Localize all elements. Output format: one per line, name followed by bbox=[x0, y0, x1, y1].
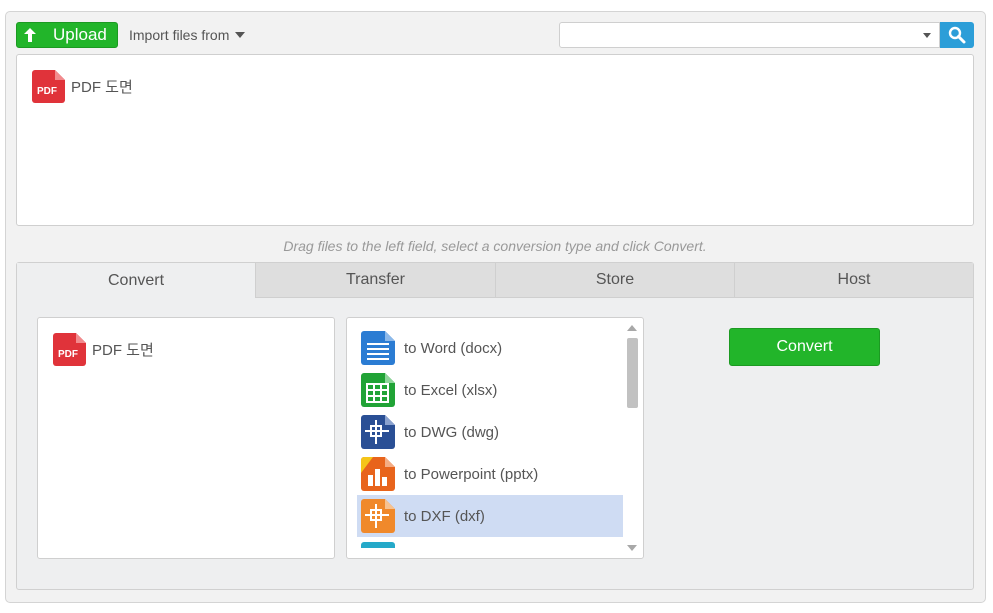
conversion-type-list[interactable]: to Word (docx) to Excel (xlsx) to DWG (d… bbox=[346, 317, 644, 559]
conversion-option-xlsx[interactable]: to Excel (xlsx) bbox=[357, 369, 623, 411]
tab-bar: Convert Transfer Store Host bbox=[17, 263, 973, 298]
search-input[interactable] bbox=[559, 22, 940, 48]
dxf-cad-icon bbox=[361, 499, 395, 533]
svg-text:PDF: PDF bbox=[58, 349, 78, 360]
scroll-up-arrow[interactable] bbox=[627, 325, 637, 331]
conversion-option-docx[interactable]: to Word (docx) bbox=[357, 327, 623, 369]
upload-label: Upload bbox=[53, 25, 107, 44]
conversion-option-dwg[interactable]: to DWG (dwg) bbox=[357, 411, 623, 453]
tab-convert[interactable]: Convert bbox=[17, 263, 255, 298]
svg-text:PDF: PDF bbox=[37, 86, 57, 97]
scrollbar-thumb[interactable] bbox=[627, 338, 638, 408]
import-files-dropdown[interactable]: Import files from bbox=[129, 25, 246, 45]
arrow-up-icon bbox=[17, 28, 43, 42]
conversion-option-pptx[interactable]: to Powerpoint (pptx) bbox=[357, 453, 623, 495]
excel-sheet-icon bbox=[361, 373, 395, 407]
partial-next-option bbox=[361, 542, 395, 548]
conversion-label: to Excel (xlsx) bbox=[404, 381, 498, 399]
caret-down-icon bbox=[235, 32, 246, 38]
conversion-label: to DXF (dxf) bbox=[404, 507, 485, 525]
selected-file-name: PDF 도면 bbox=[92, 342, 154, 359]
conversion-label: to Powerpoint (pptx) bbox=[404, 465, 539, 483]
chevron-down-icon[interactable] bbox=[923, 33, 931, 38]
file-item[interactable]: PDF PDF 도면 bbox=[32, 70, 133, 103]
selected-files-box: PDF PDF 도면 bbox=[37, 317, 335, 559]
import-label: Import files from bbox=[129, 27, 230, 43]
convert-button[interactable]: Convert bbox=[729, 328, 880, 366]
tab-host[interactable]: Host bbox=[734, 263, 973, 298]
selected-file-item[interactable]: PDF PDF 도면 bbox=[53, 333, 154, 366]
dwg-cad-icon bbox=[361, 415, 395, 449]
conversion-label: to DWG (dwg) bbox=[404, 423, 500, 441]
pdf-file-icon: PDF bbox=[53, 333, 86, 366]
powerpoint-chart-icon bbox=[361, 457, 395, 491]
upload-button[interactable]: Upload bbox=[16, 22, 118, 48]
file-name: PDF 도면 bbox=[71, 79, 133, 96]
search-icon bbox=[948, 26, 966, 44]
conversion-label: to Word (docx) bbox=[404, 339, 503, 357]
pdf-file-icon: PDF bbox=[32, 70, 65, 103]
instruction-hint: Drag files to the left field, select a c… bbox=[283, 238, 707, 254]
conversion-option-dxf[interactable]: to DXF (dxf) bbox=[357, 495, 623, 537]
file-drop-area[interactable]: PDF PDF 도면 bbox=[16, 54, 974, 226]
tab-store[interactable]: Store bbox=[495, 263, 734, 298]
action-panel: Convert Transfer Store Host PDF PDF 도면 t… bbox=[16, 262, 974, 590]
search-button[interactable] bbox=[940, 22, 974, 48]
word-doc-icon bbox=[361, 331, 395, 365]
scroll-down-arrow[interactable] bbox=[627, 545, 637, 551]
tab-transfer[interactable]: Transfer bbox=[255, 263, 495, 298]
